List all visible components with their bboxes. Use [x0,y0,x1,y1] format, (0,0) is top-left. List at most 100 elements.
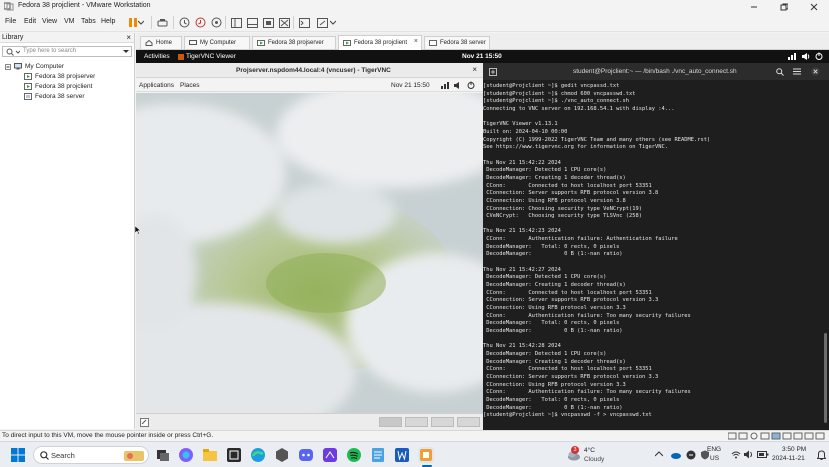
activities-button[interactable]: Activities [144,53,170,60]
menu-help[interactable]: Help [101,18,115,25]
copilot-icon[interactable] [178,447,194,463]
terminal-close-icon[interactable] [811,67,820,76]
taskbar-time[interactable]: 3:50 PM [782,446,806,453]
stretch-guest-icon[interactable] [315,16,329,29]
taskbar-search-label: Search [51,451,75,460]
minimize-button[interactable] [739,0,769,13]
snapshot-icon[interactable] [177,16,191,29]
remote-volume-icon[interactable] [454,82,462,89]
show-hidden-icons-chevron[interactable] [655,451,663,457]
guest-vm-screen[interactable]: Activities TigerVNC Viewer Nov 21 15:50 … [136,50,829,430]
volume-icon[interactable] [802,53,810,60]
terminal-line: DecodeManager: Detected 1 CPU core(s) [483,350,607,357]
vnc-title-bar[interactable]: Projserver.nspdom44.local:4 (vncuser) - … [136,63,483,78]
menu-file[interactable]: File [5,18,16,25]
collapse-icon[interactable] [5,63,11,70]
app-icon-box[interactable] [274,447,290,463]
file-explorer-icon[interactable] [202,447,218,463]
console-view-icon[interactable] [297,16,311,29]
show-thumbnail-icon[interactable] [245,16,259,29]
library-search-input[interactable]: Type here to search [2,46,132,57]
tab-projclient[interactable]: Fedora 38 projclient × [338,35,422,50]
notepad-icon[interactable] [370,447,386,463]
task-view-icon[interactable] [155,447,171,463]
full-screen-icon[interactable] [261,16,275,29]
menu-icon[interactable] [793,68,801,75]
menu-tabs[interactable]: Tabs [81,18,96,25]
spotify-icon[interactable] [346,447,362,463]
workspace-1[interactable] [379,417,402,427]
menu-view[interactable]: View [42,18,57,25]
tray-app-icon[interactable] [686,450,696,460]
remote-network-icon[interactable] [441,82,449,89]
tree-item-projserver[interactable]: Fedora 38 projserver [24,73,95,80]
tab-projserver[interactable]: Fedora 38 projserver [252,36,336,49]
workspace-4[interactable] [457,417,480,427]
power-dropdown-icon[interactable] [137,16,145,29]
weather-widget[interactable]: 3 4°C Cloudy [566,445,626,465]
new-tab-icon[interactable] [489,68,497,76]
remote-desktop-wallpaper[interactable] [136,93,483,413]
onedrive-icon[interactable] [670,450,681,459]
send-ctrl-alt-del-icon[interactable] [155,16,169,29]
terminal-scrollbar[interactable] [824,333,827,423]
network-icon[interactable] [788,53,797,60]
remote-places-menu[interactable]: Places [180,82,200,89]
vmware-workstation-icon[interactable] [418,447,434,463]
search-dropdown-icon[interactable] [123,50,129,54]
edge-icon[interactable] [250,447,266,463]
workspace-2[interactable] [405,417,428,427]
windows-taskbar: Search 3 4°C Cloudy ENG US 3:50 PM 2024-… [0,441,829,467]
snapshot-manager-icon[interactable] [209,16,223,29]
taskbar-search[interactable]: Search [33,446,149,464]
tab-home[interactable]: Home [140,36,182,49]
remote-applications-menu[interactable]: Applications [139,82,174,89]
tab-server[interactable]: Fedora 38 server [424,36,490,49]
terminal-title-bar[interactable]: student@Projclient:~ — /bin/bash ./vnc_a… [483,63,829,80]
revert-snapshot-icon[interactable] [193,16,207,29]
discord-icon[interactable] [298,447,314,463]
vnc-close-icon[interactable]: × [472,65,477,74]
tigervnc-window[interactable]: Projserver.nspdom44.local:4 (vncuser) - … [136,63,483,430]
tab-close-icon[interactable]: × [414,38,418,45]
power-icon[interactable] [815,52,823,60]
speaker-icon[interactable] [744,450,754,459]
terminal-window[interactable]: student@Projclient:~ — /bin/bash ./vnc_a… [483,63,829,430]
battery-icon[interactable] [757,450,769,459]
tree-item-projclient[interactable]: Fedora 38 projclient [24,83,92,90]
workspace-3[interactable] [431,417,454,427]
tab-my-computer[interactable]: My Computer [184,36,250,49]
terminal-line: DecodeManager: Creating 1 decoder thread… [483,282,626,289]
terminal-line: CConnection: Server supports RFB protoco… [483,297,659,304]
show-desktop-icon[interactable] [140,418,149,427]
guest-clock[interactable]: Nov 21 15:50 [462,53,502,60]
active-app-name[interactable]: TigerVNC Viewer [186,53,236,60]
taskbar-date[interactable]: 2024-11-21 [772,455,805,462]
input-region[interactable]: US [710,455,719,462]
show-library-icon[interactable] [229,16,243,29]
windows-start-icon[interactable] [11,448,25,462]
vmware-taskbar-icon[interactable] [226,447,242,463]
close-button[interactable] [799,0,829,13]
stretch-dropdown-icon[interactable] [329,16,337,29]
library-close-icon[interactable]: × [126,33,131,42]
terminal-output[interactable]: [student@Projclient ~]$ gedit vncpassd.t… [483,83,819,428]
title-bar: Fedora 38 projclient - VMware Workstatio… [0,0,829,13]
input-language[interactable]: ENG [707,446,721,453]
wifi-icon[interactable] [731,450,741,459]
unity-icon[interactable] [277,16,291,29]
remote-power-icon[interactable] [467,81,475,89]
device-status-icons[interactable] [728,432,826,440]
terminal-line: CConn: Authentication failure: Authentic… [483,236,678,243]
terminal-line: Connecting to VNC server on 192.168.54.1… [483,105,675,112]
notification-bell-icon[interactable] [817,450,826,460]
search-icon[interactable] [776,68,784,76]
word-icon[interactable] [394,447,410,463]
menu-vm[interactable]: VM [64,18,75,25]
menu-edit[interactable]: Edit [24,18,36,25]
tree-item-my-computer[interactable]: My Computer [5,63,64,70]
tree-item-server[interactable]: Fedora 38 server [24,93,85,100]
maximize-button[interactable] [769,0,799,13]
app-icon-purple[interactable] [322,447,338,463]
tree-label: Fedora 38 projclient [35,83,93,90]
